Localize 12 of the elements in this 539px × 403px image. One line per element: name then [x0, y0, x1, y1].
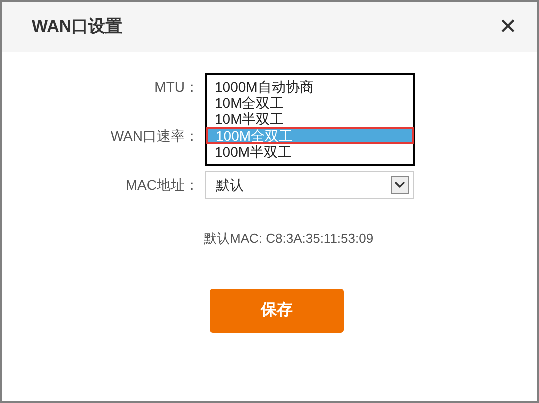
dropdown-option[interactable]: 10M全双工 — [207, 95, 413, 111]
chevron-icon — [391, 176, 409, 194]
dropdown-option[interactable]: 10M半双工 — [207, 111, 413, 127]
field-label: WAN口速率： — [110, 126, 199, 146]
dropdown-option[interactable]: 1000M自动协商 — [207, 79, 413, 95]
field-label: MTU： — [154, 78, 199, 96]
field-label: MAC地址： — [126, 176, 199, 194]
default-mac-text: 默认MAC: C8:3A:35:11:53:09 — [204, 231, 374, 246]
dropdown-option[interactable]: 100M半双工 — [207, 144, 413, 160]
select-field[interactable]: 默认 — [205, 171, 414, 199]
close-button[interactable]: ✕ — [499, 16, 517, 38]
dialog-title: WAN口设置 — [32, 16, 123, 38]
